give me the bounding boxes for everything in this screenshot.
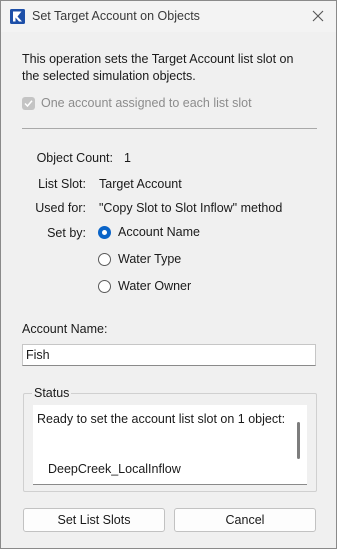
radio-water-owner-label: Water Owner — [118, 279, 192, 293]
used-for-value: "Copy Slot to Slot Inflow" method — [99, 201, 283, 215]
object-count-value: 1 — [124, 151, 131, 165]
one-account-checkbox-label: One account assigned to each list slot — [41, 96, 252, 110]
dialog-window: Set Target Account on Objects This opera… — [0, 0, 337, 549]
close-button[interactable] — [308, 6, 328, 26]
title-bar[interactable]: Set Target Account on Objects — [1, 1, 336, 32]
object-count-label: Object Count: — [36, 151, 113, 165]
account-name-label: Account Name: — [22, 322, 108, 336]
status-text-area[interactable]: Ready to set the account list slot on 1 … — [33, 405, 307, 485]
list-slot-value: Target Account — [99, 177, 182, 191]
status-object-name: DeepCreek_LocalInflow — [48, 462, 181, 476]
set-by-label: Set by: — [47, 226, 86, 240]
radio-water-owner[interactable]: Water Owner — [98, 279, 191, 293]
window-title: Set Target Account on Objects — [32, 9, 200, 23]
radio-selected-icon — [98, 225, 111, 239]
list-slot-label: List Slot: — [38, 177, 86, 191]
app-logo-icon — [10, 9, 25, 24]
divider — [22, 128, 317, 129]
one-account-checkbox[interactable]: One account assigned to each list slot — [22, 96, 252, 110]
used-for-label: Used for: — [35, 201, 86, 215]
set-list-slots-button[interactable]: Set List Slots — [23, 508, 165, 532]
account-name-input[interactable]: Fish — [22, 344, 316, 366]
radio-water-type[interactable]: Water Type — [98, 252, 181, 266]
intro-text: This operation sets the Target Account l… — [22, 52, 294, 83]
cancel-button[interactable]: Cancel — [174, 508, 316, 532]
checkbox-checked-icon — [22, 96, 35, 110]
scrollbar-thumb[interactable] — [297, 422, 300, 459]
close-icon — [312, 10, 324, 22]
radio-unselected-icon — [98, 279, 111, 293]
radio-unselected-icon — [98, 252, 111, 266]
radio-account-name-label: Account Name — [118, 225, 200, 239]
status-title: Status — [32, 386, 72, 400]
status-message: Ready to set the account list slot on 1 … — [37, 412, 286, 426]
radio-account-name[interactable]: Account Name — [98, 225, 200, 239]
radio-water-type-label: Water Type — [118, 252, 182, 266]
